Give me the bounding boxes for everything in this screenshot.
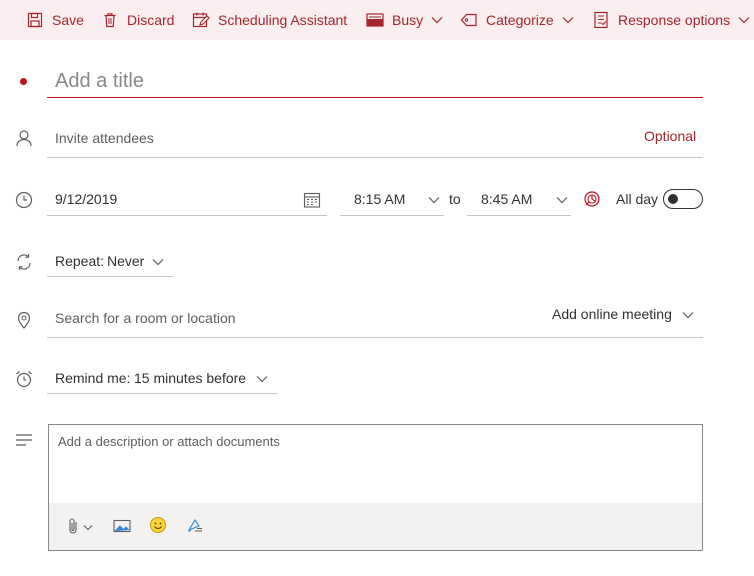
busy-dropdown[interactable]: Busy	[366, 0, 443, 40]
date-underline	[47, 215, 327, 216]
end-time-underline	[467, 215, 571, 216]
to-label: to	[449, 191, 461, 207]
format-painter-icon[interactable]	[185, 515, 205, 535]
add-online-meeting-label[interactable]: Add online meeting	[552, 306, 672, 322]
chevron-down-icon[interactable]	[148, 252, 168, 272]
remind-me-label: Remind me:	[55, 370, 131, 386]
scheduling-assistant-button[interactable]: Scheduling Assistant	[192, 0, 347, 40]
start-date-input[interactable]: 9/12/2019	[55, 191, 117, 207]
chevron-down-icon	[431, 16, 443, 24]
chevron-down-icon	[738, 16, 750, 24]
response-options-label: Response options	[618, 12, 731, 28]
location-input[interactable]: Search for a room or location	[55, 310, 455, 326]
trash-icon	[101, 11, 119, 29]
emoji-icon[interactable]	[148, 515, 168, 535]
save-icon	[26, 11, 44, 29]
chevron-down-icon[interactable]	[78, 517, 98, 537]
description-toolbar	[49, 503, 702, 550]
tag-icon	[460, 11, 478, 29]
insert-picture-icon[interactable]	[112, 516, 132, 536]
description-lines-icon	[14, 430, 34, 450]
save-label: Save	[52, 12, 84, 28]
chevron-down-icon[interactable]	[424, 190, 444, 210]
time-zone-icon[interactable]	[582, 189, 602, 209]
repeat-value[interactable]: Never	[107, 253, 144, 269]
required-indicator-dot	[20, 78, 27, 85]
description-input[interactable]: Add a description or attach documents	[58, 434, 280, 449]
chevron-down-icon[interactable]	[678, 305, 698, 325]
toggle-knob	[668, 194, 678, 204]
reminder-value[interactable]: 15 minutes before	[134, 370, 246, 386]
all-day-toggle[interactable]	[663, 189, 703, 209]
person-icon	[14, 128, 34, 148]
busy-label: Busy	[392, 12, 424, 28]
discard-label: Discard	[127, 12, 175, 28]
start-time-select[interactable]: 8:15 AM	[354, 191, 405, 207]
end-time-select[interactable]: 8:45 AM	[481, 191, 532, 207]
discard-button[interactable]: Discard	[101, 0, 174, 40]
save-button[interactable]: Save	[26, 0, 84, 40]
title-input[interactable]: Add a title	[55, 70, 695, 98]
chevron-down-icon	[562, 16, 574, 24]
response-options-icon	[592, 11, 610, 29]
calendar-icon[interactable]	[302, 190, 322, 210]
calendar-edit-icon	[192, 11, 210, 29]
command-bar: Save Discard Scheduling Assistant Busy C…	[0, 0, 754, 40]
chevron-down-icon[interactable]	[552, 190, 572, 210]
title-underline	[47, 97, 703, 98]
busy-status-icon	[366, 11, 384, 29]
invite-attendees-input[interactable]: Invite attendees	[55, 130, 595, 146]
categorize-dropdown[interactable]: Categorize	[460, 0, 574, 40]
categorize-label: Categorize	[486, 12, 554, 28]
repeat-underline	[47, 276, 174, 277]
optional-attendees-link[interactable]: Optional	[644, 128, 696, 144]
alarm-clock-icon	[14, 369, 34, 389]
attendees-underline	[47, 157, 703, 158]
start-time-underline	[340, 215, 444, 216]
scheduling-assistant-label: Scheduling Assistant	[218, 12, 348, 28]
repeat-icon	[14, 252, 34, 272]
reminder-underline	[47, 393, 278, 394]
response-options-dropdown[interactable]: Response options	[592, 0, 750, 40]
description-editor[interactable]: Add a description or attach documents	[48, 424, 703, 551]
location-underline	[47, 337, 703, 338]
repeat-label: Repeat:	[55, 253, 105, 269]
chevron-down-icon[interactable]	[252, 369, 272, 389]
location-pin-icon	[14, 310, 34, 330]
all-day-label: All day	[616, 191, 659, 207]
clock-icon	[14, 190, 34, 210]
